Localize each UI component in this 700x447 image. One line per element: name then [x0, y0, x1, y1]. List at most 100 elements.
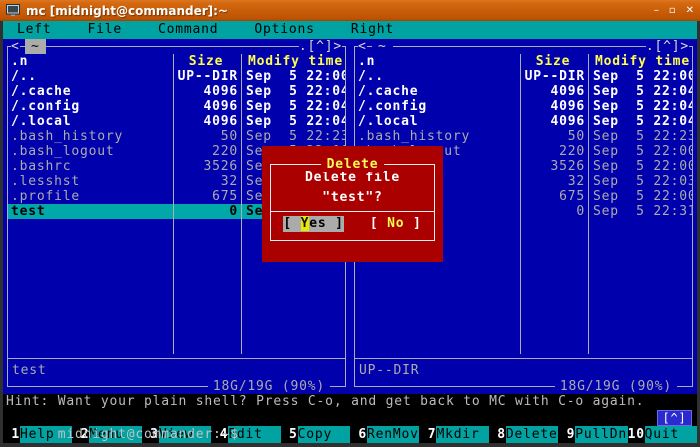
file-size [173, 234, 241, 249]
empty-row [8, 309, 345, 324]
panel-collapse-icon[interactable]: < [358, 39, 367, 54]
sort-indicator[interactable]: .n [11, 54, 28, 69]
scroll-up-indicator[interactable]: [^] [657, 410, 692, 426]
file-name [355, 339, 520, 354]
file-name [8, 264, 173, 279]
dialog-title: Delete [321, 157, 385, 172]
sort-indicator[interactable]: .n [358, 54, 375, 69]
file-name: /.cache [355, 84, 520, 99]
file-size [173, 309, 241, 324]
file-size: 220 [520, 144, 588, 159]
file-name: .profile [8, 189, 173, 204]
file-row[interactable]: /..UP--DIRSep 5 22:00 [355, 69, 692, 84]
file-time [241, 324, 345, 339]
file-row[interactable]: /.config4096Sep 5 22:04 [355, 99, 692, 114]
file-time [241, 339, 345, 354]
panel-up-icon[interactable]: .[^]> [646, 39, 689, 54]
file-row[interactable]: .bash_history50Sep 5 22:23 [355, 129, 692, 144]
file-size [173, 294, 241, 309]
panel-collapse-icon[interactable]: < [11, 39, 20, 54]
column-header-mtime[interactable]: Modify time [241, 54, 345, 69]
menu-item-command[interactable]: Command [158, 21, 218, 39]
empty-row [355, 309, 692, 324]
file-row[interactable]: /.local4096Sep 5 22:04 [355, 114, 692, 129]
file-size [520, 264, 588, 279]
file-name: /.cache [8, 84, 173, 99]
window-titlebar[interactable]: mc [midnight@commander]:~ – ▫ ✕ [0, 0, 700, 21]
file-time [588, 249, 692, 264]
file-time [588, 219, 692, 234]
terminal-icon [6, 4, 20, 17]
file-time [588, 339, 692, 354]
file-name [355, 309, 520, 324]
fkey-number: 8 [489, 426, 506, 443]
fkey-renmov[interactable]: 6RenMov [350, 426, 419, 443]
no-button[interactable]: [ No ] [370, 216, 422, 232]
column-header-size[interactable]: Size [520, 54, 588, 69]
file-size: 50 [520, 129, 588, 144]
file-row[interactable]: .bash_history50Sep 5 22:23 [8, 129, 345, 144]
file-time: Sep 5 22:04 [588, 84, 692, 99]
file-time: Sep 5 22:23 [588, 129, 692, 144]
file-name: .lesshst [8, 174, 173, 189]
file-size [173, 324, 241, 339]
fkey-quit[interactable]: 10Quit [628, 426, 697, 443]
right-mini-status: UP--DIR [359, 363, 419, 378]
delete-dialog: Delete Delete file "test"? [ Yes ] [ No … [262, 146, 443, 262]
file-size: 3526 [520, 159, 588, 174]
file-time [588, 294, 692, 309]
file-name: .bashrc [8, 159, 173, 174]
file-row[interactable]: /.config4096Sep 5 22:04 [8, 99, 345, 114]
file-name [8, 279, 173, 294]
file-name [8, 219, 173, 234]
dialog-divider [270, 211, 435, 212]
file-time [588, 234, 692, 249]
column-header-mtime[interactable]: Modify time [588, 54, 692, 69]
empty-row [355, 294, 692, 309]
command-line[interactable]: midnight@commander:~$ [^] [3, 409, 697, 426]
file-size [520, 294, 588, 309]
close-button[interactable]: ✕ [686, 5, 694, 16]
file-row[interactable]: /.cache4096Sep 5 22:04 [8, 84, 345, 99]
empty-row [8, 339, 345, 354]
fkey-delete[interactable]: 8Delete [489, 426, 558, 443]
fkey-pulldn[interactable]: 9PullDn [558, 426, 627, 443]
dialog-message-line1: Delete file [271, 170, 434, 185]
column-header-size[interactable]: Size [173, 54, 241, 69]
file-size [520, 309, 588, 324]
right-panel-path[interactable]: ~ [372, 39, 393, 54]
empty-row [355, 264, 692, 279]
left-panel-path[interactable]: ~ [25, 39, 46, 54]
file-size: 4096 [520, 84, 588, 99]
fkey-mkdir[interactable]: 7Mkdir [419, 426, 488, 443]
maximize-button[interactable]: ▫ [669, 5, 676, 16]
file-time: Sep 5 22:00 [588, 69, 692, 84]
file-size [520, 339, 588, 354]
file-size: UP--DIR [520, 69, 588, 84]
dialog-frame: Delete Delete file "test"? [ Yes ] [ No … [270, 164, 435, 241]
file-time: Sep 5 22:04 [588, 99, 692, 114]
yes-hotkey: Y [301, 216, 310, 231]
file-size: 50 [173, 129, 241, 144]
menu-item-right[interactable]: Right [351, 21, 394, 39]
panel-up-icon[interactable]: .[^]> [299, 39, 342, 54]
menu-item-left[interactable]: Left [17, 21, 52, 39]
empty-row [8, 264, 345, 279]
file-row[interactable]: /.cache4096Sep 5 22:04 [355, 84, 692, 99]
file-row[interactable]: /..UP--DIRSep 5 22:00 [8, 69, 345, 84]
file-row[interactable]: /.local4096Sep 5 22:04 [8, 114, 345, 129]
file-time: Sep 5 22:03 [588, 174, 692, 189]
file-name: /.. [355, 69, 520, 84]
file-size [520, 324, 588, 339]
minimize-button[interactable]: – [654, 5, 659, 16]
file-size: 4096 [173, 84, 241, 99]
menu-item-file[interactable]: File [88, 21, 123, 39]
yes-button[interactable]: [ Yes ] [283, 216, 343, 232]
fkey-copy[interactable]: 5Copy [281, 426, 350, 443]
fkey-number: 6 [350, 426, 367, 443]
file-time [588, 309, 692, 324]
menu-item-options[interactable]: Options [254, 21, 314, 39]
file-name [8, 309, 173, 324]
file-time: Sep 5 22:04 [588, 114, 692, 129]
fkey-number: 5 [281, 426, 298, 443]
